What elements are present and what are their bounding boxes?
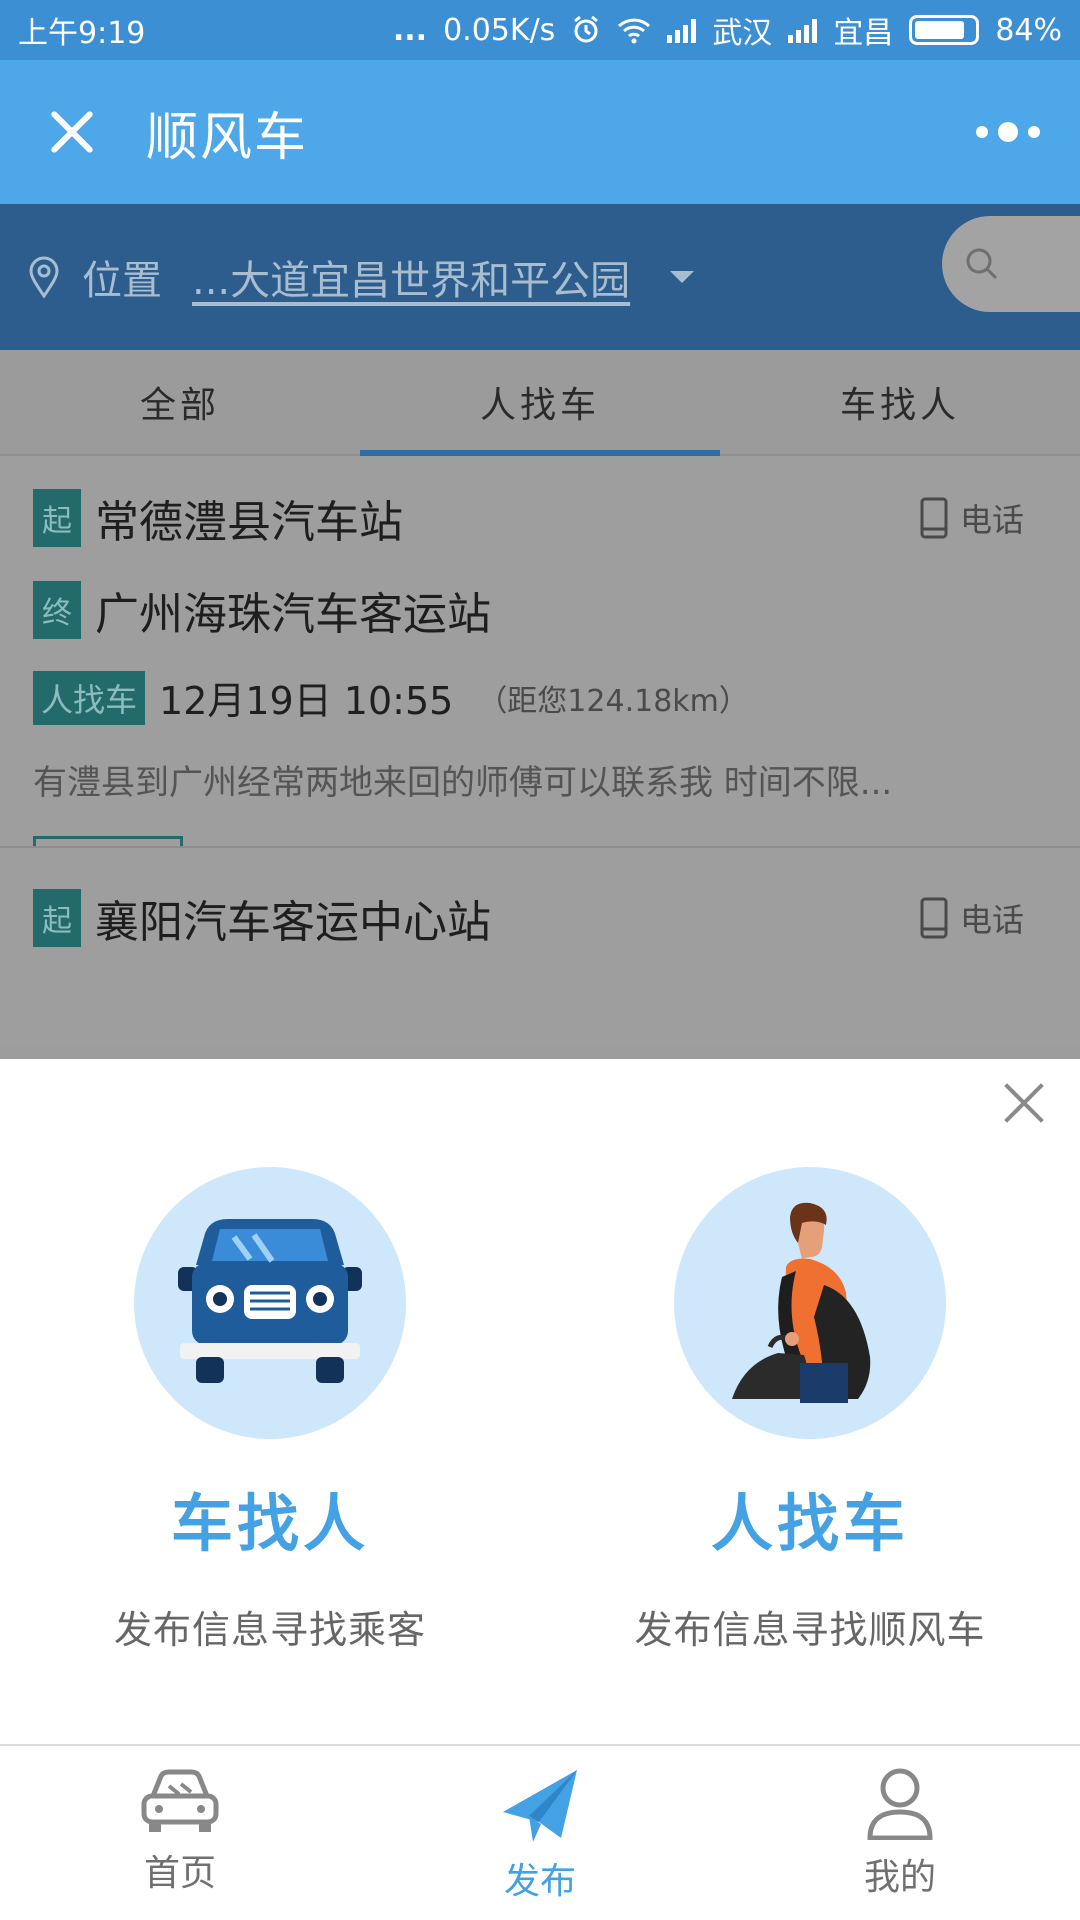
- search-button[interactable]: [942, 216, 1080, 312]
- net-speed: 0.05K/s: [443, 12, 556, 48]
- meta-row: 人找车 12月19日 10:55 （距您124.18km）: [33, 670, 1048, 725]
- phone-label: 电话: [959, 501, 1024, 539]
- nav-bar: 顺风车: [0, 60, 1080, 204]
- end-place: 广州海珠汽车客运站: [95, 589, 491, 640]
- start-place: 常德澧县汽车站: [95, 497, 403, 548]
- location-label: 位置: [82, 258, 162, 304]
- car-icon: [134, 1167, 406, 1439]
- option-subtitle: 发布信息寻找顺风车: [634, 1608, 986, 1652]
- close-icon[interactable]: [40, 100, 104, 164]
- listing-card[interactable]: 起 襄阳汽车客运中心站 电话: [0, 846, 1080, 1046]
- tabbar-item-home[interactable]: 首页: [0, 1746, 360, 1920]
- bottom-tab-bar: 首页 发布 我的: [0, 1744, 1080, 1920]
- tab-person-seeks-car[interactable]: 人找车: [360, 350, 720, 456]
- location-bar: 位置 ...大道宜昌世界和平公园: [0, 204, 1080, 350]
- option-subtitle: 发布信息寻找乘客: [113, 1608, 426, 1652]
- paper-plane-icon: [503, 1770, 577, 1842]
- tabbar-label: 首页: [143, 1853, 216, 1894]
- start-place: 襄阳汽车客运中心站: [95, 897, 491, 948]
- filter-tabs: 全部 人找车 车找人: [0, 350, 1080, 456]
- dimmed-list-page: 位置 ...大道宜昌世界和平公园 全部 人找车 车找人 起 常德澧县汽车站 电话…: [0, 204, 1080, 1059]
- person-icon: [867, 1768, 933, 1840]
- location-pin-icon: [29, 256, 59, 298]
- carrier-1: 武汉: [712, 16, 773, 51]
- alarm-icon: [574, 15, 599, 43]
- tab-car-seeks-person[interactable]: 车找人: [720, 350, 1080, 454]
- end-row: 终 广州海珠汽车客运站: [33, 578, 1048, 642]
- phone-icon: [920, 497, 948, 539]
- distance: （距您124.18km）: [477, 683, 749, 719]
- carrier-2: 宜昌: [833, 16, 894, 51]
- signal-icon-1: [667, 17, 697, 43]
- battery-icon: [909, 15, 980, 45]
- more-dots-icon[interactable]: [976, 122, 1040, 142]
- phone-button[interactable]: 电话: [920, 495, 1024, 541]
- close-icon[interactable]: [1002, 1081, 1046, 1125]
- battery-level: 84%: [995, 12, 1062, 48]
- departure-time: 12月19日 10:55: [159, 679, 454, 723]
- status-dots: ...: [392, 12, 428, 48]
- listing-type-badge: 人找车: [33, 670, 146, 725]
- start-tag: 起: [33, 889, 81, 947]
- chevron-down-icon[interactable]: [670, 271, 695, 283]
- option-person-seeks-car[interactable]: 人找车 发布信息寻找顺风车: [540, 1167, 1080, 1654]
- page-title: 顺风车: [146, 107, 309, 168]
- start-row: 起 襄阳汽车客运中心站 电话: [33, 886, 1048, 950]
- option-car-seeks-person[interactable]: 车找人 发布信息寻找乘客: [0, 1167, 540, 1654]
- phone-icon: [920, 897, 948, 939]
- location-value[interactable]: ...大道宜昌世界和平公园: [192, 248, 630, 306]
- status-bar: 上午9:19 ... 0.05K/s 武汉 宜昌 84%: [0, 0, 1080, 60]
- tab-all[interactable]: 全部: [0, 350, 360, 454]
- start-tag: 起: [33, 489, 81, 547]
- option-title: 人找车: [710, 1487, 909, 1560]
- phone-label: 电话: [959, 901, 1024, 939]
- tabbar-item-mine[interactable]: 我的: [720, 1746, 1080, 1920]
- publish-sheet: 车找人 发布信息寻找乘客 人找车 发布信息寻找顺风车: [0, 1059, 1080, 1744]
- search-icon: [966, 248, 998, 280]
- listing-card[interactable]: 起 常德澧县汽车站 电话 终 广州海珠汽车客运站 人找车 12月19日 10:5…: [0, 456, 1080, 894]
- traveler-icon: [674, 1167, 946, 1439]
- end-tag: 终: [33, 581, 81, 639]
- wifi-icon: [618, 18, 651, 44]
- tabbar-label: 我的: [863, 1857, 936, 1898]
- car-outline-icon: [141, 1769, 219, 1832]
- signal-icon-2: [788, 17, 818, 43]
- status-right: ... 0.05K/s 武汉 宜昌 84%: [393, 8, 1062, 52]
- listing-description: 有澧县到广州经常两地来回的师傅可以联系我 时间不限...: [33, 763, 893, 803]
- tabbar-label: 发布: [503, 1861, 576, 1902]
- phone-button[interactable]: 电话: [920, 895, 1024, 941]
- option-title: 车找人: [170, 1487, 369, 1560]
- tabbar-item-publish[interactable]: 发布: [360, 1746, 720, 1920]
- status-time: 上午9:19: [18, 16, 146, 51]
- start-row: 起 常德澧县汽车站 电话: [33, 486, 1048, 550]
